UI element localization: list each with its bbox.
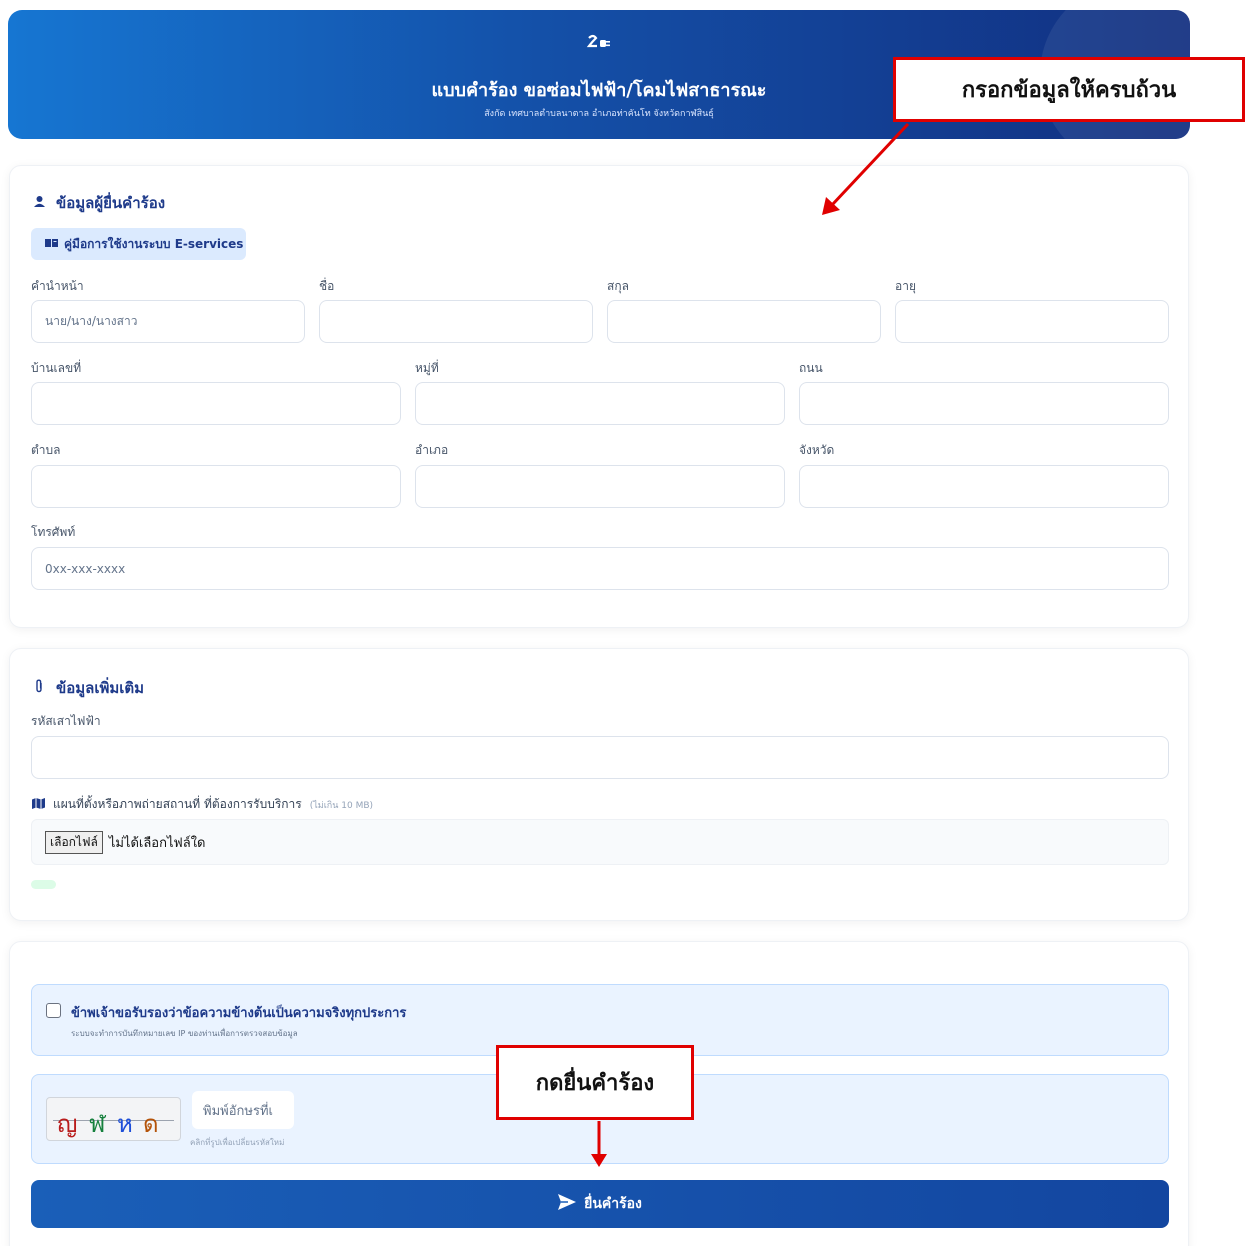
captcha-image[interactable]: ญ ฬ ห ด bbox=[46, 1097, 181, 1141]
map-upload-label: แผนที่ตั้งหรือภาพถ่ายสถานที่ ที่ต้องการร… bbox=[32, 795, 373, 814]
house-no-input[interactable] bbox=[31, 382, 401, 425]
tambon-label: ตำบล bbox=[31, 443, 61, 457]
captcha-char: ห bbox=[117, 1110, 133, 1138]
tambon-input[interactable] bbox=[31, 465, 401, 508]
certify-text: ข้าพเจ้าขอรับรองว่าข้อความข้างต้นเป็นควา… bbox=[71, 1006, 407, 1021]
user-icon bbox=[32, 195, 46, 212]
captcha-hint: คลิกที่รูปเพื่อเปลี่ยนรหัสใหม่ bbox=[190, 1138, 285, 1147]
moo-label: หมู่ที่ bbox=[415, 361, 439, 375]
map-icon bbox=[32, 797, 45, 812]
pole-code-label: รหัสเสาไฟฟ้า bbox=[31, 714, 101, 728]
prefix-label: คำนำหน้า bbox=[31, 279, 84, 293]
road-input[interactable] bbox=[799, 382, 1169, 425]
annotation-fill-all: กรอกข้อมูลให้ครบถ้วน bbox=[893, 57, 1245, 122]
captcha-char: ญ bbox=[57, 1110, 78, 1138]
paperclip-icon bbox=[32, 679, 46, 697]
age-label: อายุ bbox=[895, 279, 916, 293]
amphoe-label: อำเภอ bbox=[415, 443, 449, 457]
captcha-input[interactable]: พิมพ์อักษรที่เ bbox=[192, 1091, 294, 1129]
lastname-input[interactable] bbox=[607, 300, 881, 343]
captcha-char: ด bbox=[143, 1110, 159, 1138]
applicant-section-title: ข้อมูลผู้ยื่นคำร้อง bbox=[32, 191, 165, 215]
captcha-char: ฬ bbox=[89, 1110, 106, 1138]
province-input[interactable] bbox=[799, 465, 1169, 508]
file-upload-input[interactable]: เลือกไฟล์ ไม่ได้เลือกไฟล์ใด bbox=[31, 819, 1169, 865]
lastname-label: สกุล bbox=[607, 279, 629, 293]
prefix-input[interactable]: นาย/นาง/นางสาว bbox=[31, 300, 305, 343]
additional-section-title: ข้อมูลเพิ่มเติม bbox=[32, 676, 144, 700]
file-status: ไม่ได้เลือกไฟล์ใด bbox=[108, 835, 206, 851]
road-label: ถนน bbox=[799, 361, 823, 375]
phone-input[interactable]: 0xx-xxx-xxxx bbox=[31, 547, 1169, 590]
moo-input[interactable] bbox=[415, 382, 785, 425]
province-label: จังหวัด bbox=[799, 443, 835, 457]
book-icon bbox=[45, 237, 58, 251]
age-input[interactable] bbox=[895, 300, 1169, 343]
submit-button[interactable]: ยื่นคำร้อง bbox=[31, 1180, 1169, 1228]
phone-label: โทรศัพท์ bbox=[31, 525, 76, 539]
manual-button[interactable]: คู่มือการใช้งานระบบ E-services bbox=[31, 228, 246, 260]
amphoe-input[interactable] bbox=[415, 465, 785, 508]
certify-checkbox[interactable] bbox=[46, 1003, 61, 1018]
file-preview-placeholder bbox=[31, 880, 56, 889]
annotation-press-submit: กดยื่นคำร้อง bbox=[496, 1045, 694, 1120]
send-icon bbox=[558, 1194, 577, 1214]
applicant-card: ข้อมูลผู้ยื่นคำร้อง คู่มือการใช้งานระบบ … bbox=[9, 165, 1189, 628]
choose-file-button[interactable]: เลือกไฟล์ bbox=[45, 830, 103, 854]
pole-code-input[interactable] bbox=[31, 736, 1169, 779]
plug-icon bbox=[8, 32, 1190, 60]
additional-card: ข้อมูลเพิ่มเติม รหัสเสาไฟฟ้า แผนที่ตั้งห… bbox=[9, 648, 1189, 921]
certify-note: ระบบจะทำการบันทึกหมายเลข IP ของท่านเพื่อ… bbox=[71, 1029, 298, 1038]
firstname-label: ชื่อ bbox=[319, 279, 335, 293]
house-no-label: บ้านเลขที่ bbox=[31, 361, 82, 375]
firstname-input[interactable] bbox=[319, 300, 593, 343]
